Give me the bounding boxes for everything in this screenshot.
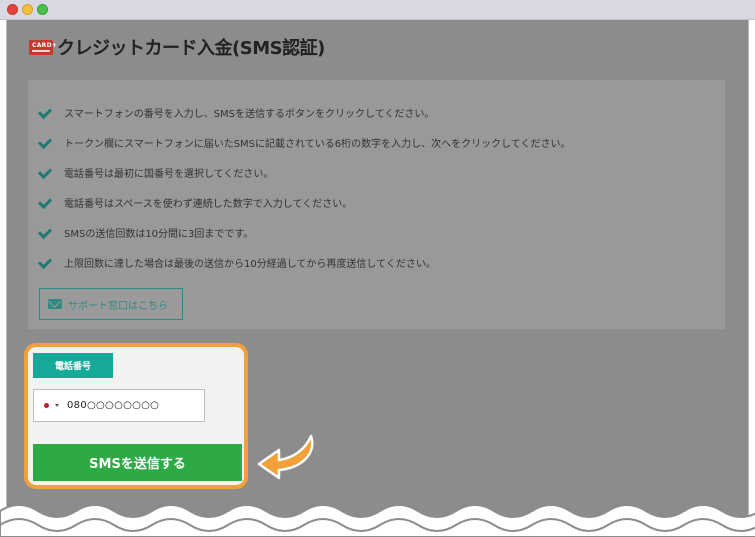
window-titlebar <box>0 0 755 20</box>
instruction-text: 上限回数に達した場合は最後の送信から10分経過してから再度送信してください。 <box>64 258 436 270</box>
phone-number-value: 080○○○○○○○○ <box>67 400 160 411</box>
minimize-window-icon[interactable] <box>22 4 33 15</box>
instruction-text: スマートフォンの番号を入力し、SMSを送信するボタンをクリックしてください。 <box>64 108 435 120</box>
check-icon <box>38 225 52 239</box>
phone-number-input[interactable]: 080○○○○○○○○ <box>33 389 205 422</box>
support-contact-label: サポート窓口はこちら <box>68 300 168 312</box>
maximize-window-icon[interactable] <box>37 4 48 15</box>
instruction-item: 電話番号は最初に国番号を選択してください。 <box>38 157 571 187</box>
mail-icon <box>48 299 62 309</box>
check-icon <box>38 165 52 179</box>
instruction-item: 電話番号はスペースを使わず連続した数字で入力してください。 <box>38 187 571 217</box>
country-dropdown-arrow-icon[interactable] <box>55 404 59 407</box>
instruction-text: トークン欄にスマートフォンに届いたSMSに記載されている6桁の数字を入力し、次へ… <box>64 138 571 150</box>
phone-number-label: 電話番号 <box>33 353 113 378</box>
credit-card-icon: CARD+ <box>29 39 57 55</box>
send-sms-button[interactable]: SMSを送信する <box>33 444 242 481</box>
instruction-list: スマートフォンの番号を入力し、SMSを送信するボタンをクリックしてください。 ト… <box>38 97 571 277</box>
phone-panel: 電話番号 080○○○○○○○○ SMSを送信する <box>24 343 248 489</box>
torn-edge-wave <box>0 504 755 537</box>
instruction-text: 電話番号は最初に国番号を選択してください。 <box>64 168 274 180</box>
page-title: CARD+ クレジットカード入金(SMS認証) <box>29 36 325 59</box>
page-title-text: クレジットカード入金(SMS認証) <box>57 38 325 59</box>
card-icon-text: CARD+ <box>32 41 58 49</box>
curved-arrow-icon <box>257 434 314 480</box>
instruction-item: スマートフォンの番号を入力し、SMSを送信するボタンをクリックしてください。 <box>38 97 571 127</box>
instruction-text: SMSの送信回数は10分間に3回までです。 <box>64 228 254 240</box>
instruction-text: 電話番号はスペースを使わず連続した数字で入力してください。 <box>64 198 353 210</box>
support-contact-button[interactable]: サポート窓口はこちら <box>39 288 183 320</box>
check-icon <box>38 105 52 119</box>
check-icon <box>38 255 52 269</box>
instruction-item: 上限回数に達した場合は最後の送信から10分経過してから再度送信してください。 <box>38 247 571 277</box>
check-icon <box>38 195 52 209</box>
app-window: CARD+ クレジットカード入金(SMS認証) スマートフォンの番号を入力し、S… <box>0 0 755 537</box>
japan-flag-icon[interactable] <box>42 402 51 409</box>
check-icon <box>38 135 52 149</box>
instruction-item: SMSの送信回数は10分間に3回までです。 <box>38 217 571 247</box>
close-window-icon[interactable] <box>7 4 18 15</box>
instruction-item: トークン欄にスマートフォンに届いたSMSに記載されている6桁の数字を入力し、次へ… <box>38 127 571 157</box>
